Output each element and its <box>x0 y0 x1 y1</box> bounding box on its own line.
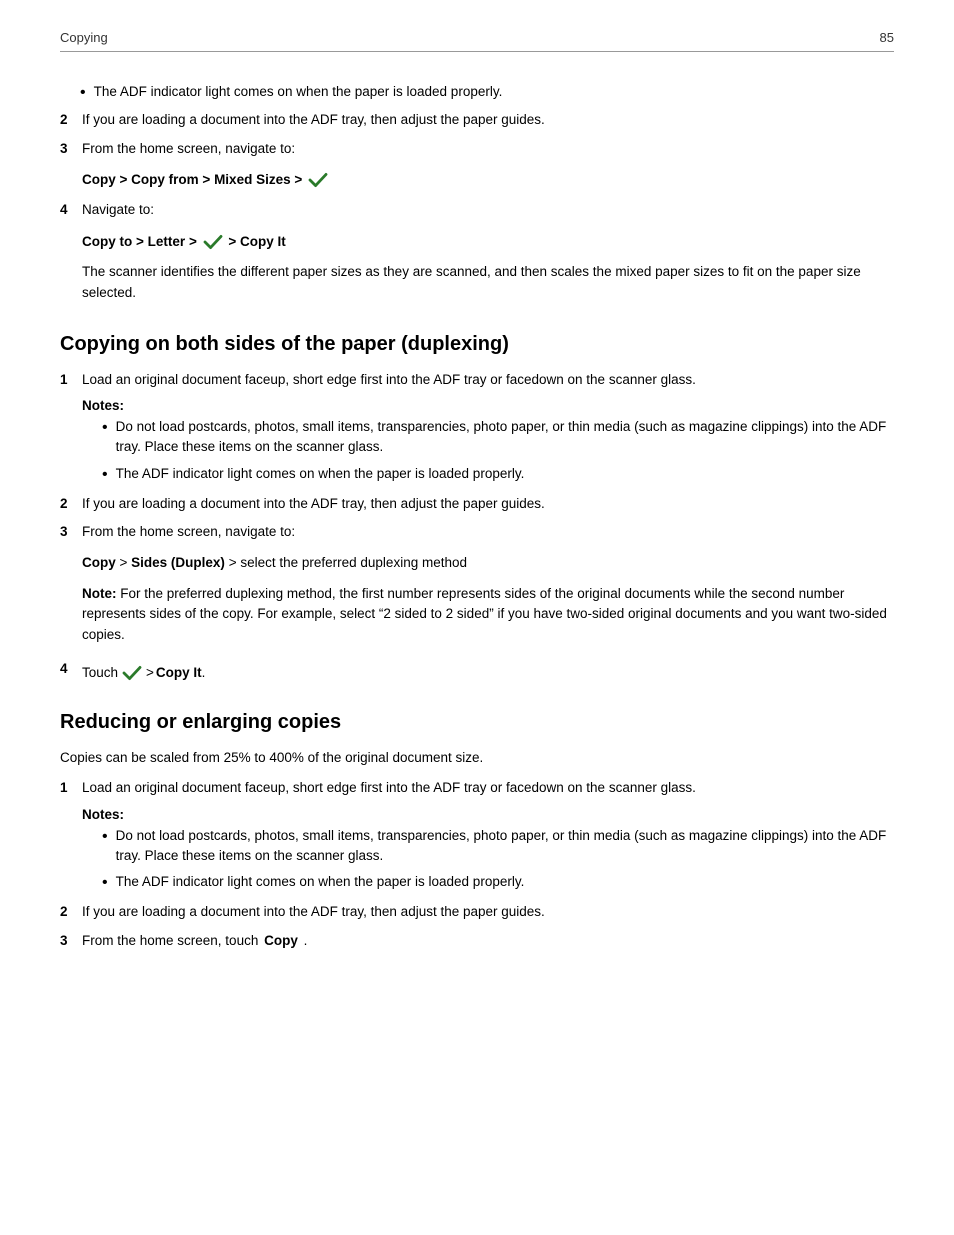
s2-step-1: 1 Load an original document faceup, shor… <box>60 778 894 798</box>
section2-intro: Copies can be scaled from 25% to 400% of… <box>60 748 894 768</box>
s2-note-bullet-2: • The ADF indicator light comes on when … <box>82 872 894 894</box>
scanner-note: The scanner identifies the different pap… <box>82 262 894 303</box>
s2-notes-block: Notes: • Do not load postcards, photos, … <box>82 807 894 895</box>
checkmark-icon-2 <box>203 234 223 250</box>
nav-separator-3: > <box>294 172 306 187</box>
s2-step-2: 2 If you are loading a document into the… <box>60 902 894 922</box>
step-2-text: If you are loading a document into the A… <box>82 110 545 130</box>
s1-note-bullet-1-text: Do not load postcards, photos, small ite… <box>116 417 894 458</box>
s1-step-2-text: If you are loading a document into the A… <box>82 494 545 514</box>
s1-step-4-number: 4 <box>60 659 82 679</box>
s2-step-3-text: From the home screen, touch Copy . <box>82 931 307 951</box>
s1-nav-sep1: > <box>120 555 132 570</box>
s2-step-3-prefix: From the home screen, touch <box>82 933 258 948</box>
s1-nav-sep2: > <box>229 555 241 570</box>
step-3-number: 3 <box>60 139 82 159</box>
nav-separator-2: > <box>202 172 214 187</box>
s1-nav-sides-duplex: Sides (Duplex) <box>131 555 225 570</box>
s1-step-2-number: 2 <box>60 494 82 514</box>
nav2-sep1: > <box>136 234 148 249</box>
step-2-number: 2 <box>60 110 82 130</box>
s2-step-2-text: If you are loading a document into the A… <box>82 902 545 922</box>
nav-copy-label: Copy <box>82 172 116 187</box>
s1-nav-select-text: select the preferred duplexing method <box>240 555 467 570</box>
step-3-text: From the home screen, navigate to: <box>82 139 295 159</box>
s1-step-4: 4 Touch > Copy It . <box>60 655 894 683</box>
section2-heading: Reducing or enlarging copies <box>60 711 894 734</box>
s1-note-text: For the preferred duplexing method, the … <box>82 586 887 642</box>
s1-step-1: 1 Load an original document faceup, shor… <box>60 370 894 390</box>
s1-step-3-number: 3 <box>60 522 82 542</box>
nav-block-2: Copy to > Letter > > Copy It <box>82 231 894 253</box>
step-4: 4 Navigate to: <box>60 200 894 220</box>
step-3: 3 From the home screen, navigate to: <box>60 139 894 159</box>
s2-step-3-copy-bold: Copy <box>264 933 298 948</box>
touch-prefix: Touch <box>82 663 118 683</box>
header-title: Copying <box>60 30 108 45</box>
nav-separator-1: > <box>120 172 132 187</box>
s2-step-1-number: 1 <box>60 778 82 798</box>
section1-heading: Copying on both sides of the paper (dupl… <box>60 333 894 356</box>
bullet-icon: • <box>102 826 108 848</box>
page-content: • The ADF indicator light comes on when … <box>60 72 894 951</box>
s2-note-bullet-1: • Do not load postcards, photos, small i… <box>82 826 894 867</box>
s2-step-2-number: 2 <box>60 902 82 922</box>
nav2-sep2: > <box>189 234 201 249</box>
s2-notes-label: Notes: <box>82 807 894 822</box>
bullet-icon: • <box>80 82 86 104</box>
nav-copy-from-label: Copy from <box>131 172 199 187</box>
checkmark-icon-1 <box>308 172 328 188</box>
step-4-text: Navigate to: <box>82 200 154 220</box>
s1-notes-label: Notes: <box>82 398 894 413</box>
s1-step-2: 2 If you are loading a document into the… <box>60 494 894 514</box>
s1-note-bullet-1: • Do not load postcards, photos, small i… <box>82 417 894 458</box>
s1-note-bullet-2: • The ADF indicator light comes on when … <box>82 464 894 486</box>
s1-step-3-text: From the home screen, navigate to: <box>82 522 295 542</box>
s1-note-label: Note: <box>82 586 117 601</box>
touch-copy-it: Copy It <box>156 663 202 683</box>
s2-note-bullet-1-text: Do not load postcards, photos, small ite… <box>116 826 894 867</box>
checkmark-icon-3 <box>122 665 142 681</box>
nav2-copy-to: Copy to <box>82 234 132 249</box>
s1-nav-block: Copy > Sides (Duplex) > select the prefe… <box>82 552 894 574</box>
s1-step-4-content: Touch > Copy It . <box>82 663 205 683</box>
touch-separator: > <box>146 663 154 683</box>
nav2-letter: Letter <box>148 234 186 249</box>
nav-block-1: Copy > Copy from > Mixed Sizes > <box>82 169 894 191</box>
s1-notes-block: Notes: • Do not load postcards, photos, … <box>82 398 894 486</box>
touch-period: . <box>202 663 206 683</box>
step-2: 2 If you are loading a document into the… <box>60 110 894 130</box>
header-page-number: 85 <box>880 30 894 45</box>
bullet-icon: • <box>102 417 108 439</box>
s1-nav-copy: Copy <box>82 555 116 570</box>
s2-step-3-suffix: . <box>304 933 308 948</box>
s2-step-1-text: Load an original document faceup, short … <box>82 778 696 798</box>
bullet-icon: • <box>102 872 108 894</box>
nav2-sep3: > <box>228 234 240 249</box>
s1-step-1-number: 1 <box>60 370 82 390</box>
s1-step-3: 3 From the home screen, navigate to: <box>60 522 894 542</box>
intro-bullet-1: • The ADF indicator light comes on when … <box>60 82 894 104</box>
nav-mixed-sizes-label: Mixed Sizes <box>214 172 291 187</box>
page-header: Copying 85 <box>60 30 894 52</box>
s2-step-3-number: 3 <box>60 931 82 951</box>
s1-note-paragraph: Note: For the preferred duplexing method… <box>82 584 894 645</box>
step-4-number: 4 <box>60 200 82 220</box>
bullet-icon: • <box>102 464 108 486</box>
nav2-copy-it: Copy It <box>240 234 286 249</box>
intro-bullet-1-text: The ADF indicator light comes on when th… <box>94 82 503 102</box>
page: Copying 85 • The ADF indicator light com… <box>0 0 954 1235</box>
s2-step-3: 3 From the home screen, touch Copy . <box>60 931 894 951</box>
s1-note-bullet-2-text: The ADF indicator light comes on when th… <box>116 464 525 484</box>
s1-step-1-text: Load an original document faceup, short … <box>82 370 696 390</box>
s2-note-bullet-2-text: The ADF indicator light comes on when th… <box>116 872 525 892</box>
